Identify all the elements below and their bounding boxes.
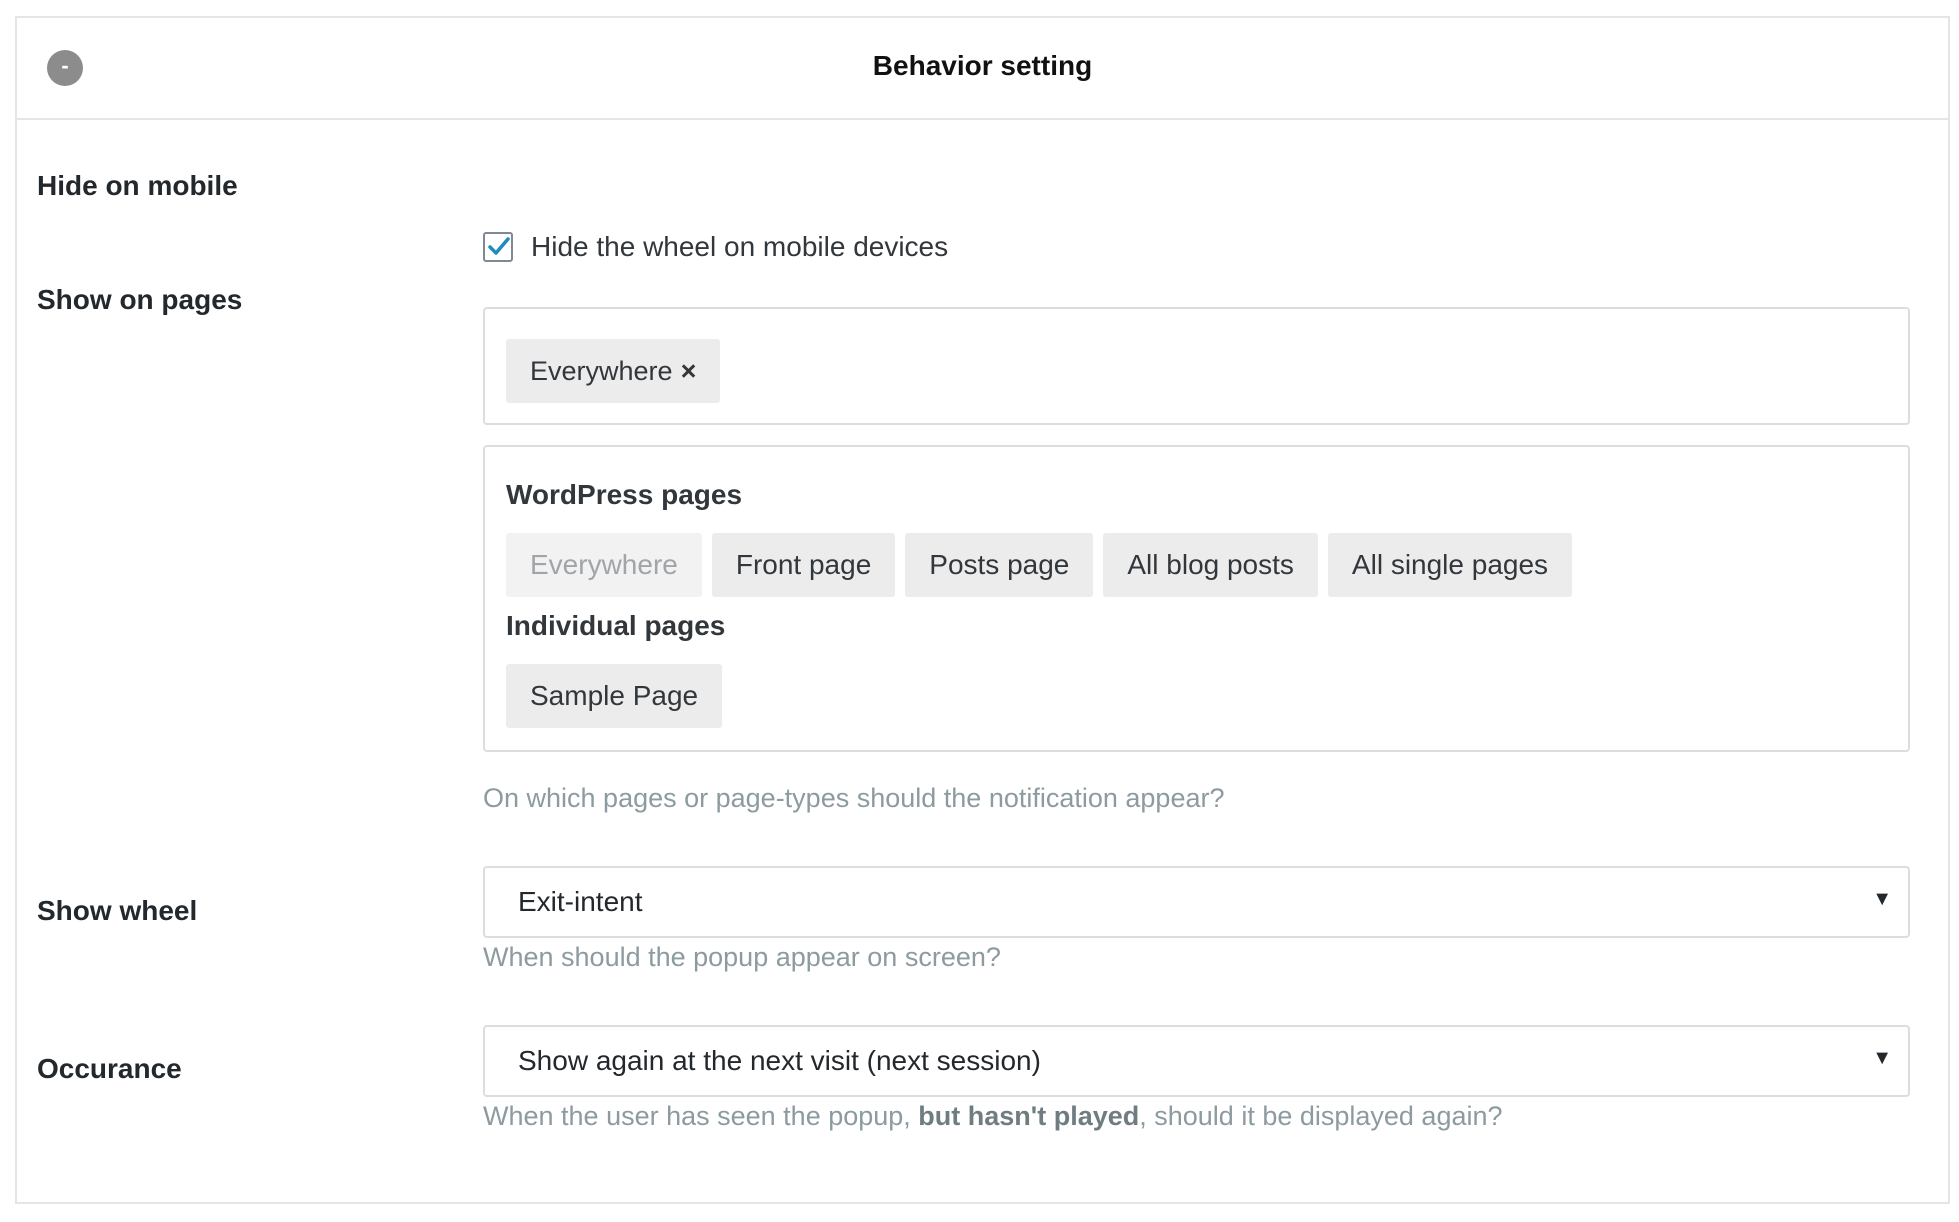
show-wheel-help: When should the popup appear on screen? <box>483 942 1001 972</box>
occurance-help-bold: but hasn't played <box>918 1101 1140 1131</box>
pages-options-box: WordPress pages Everywhere Front page Po… <box>483 445 1910 752</box>
occurance-help-suffix: , should it be displayed again? <box>1139 1101 1503 1131</box>
checkmark-icon <box>488 237 510 255</box>
show-on-pages-label: Show on pages <box>37 284 243 315</box>
group-title-wordpress-pages: WordPress pages <box>506 479 743 510</box>
occurance-help-prefix: When the user has seen the popup, <box>483 1101 919 1131</box>
remove-tag-icon[interactable]: × <box>681 356 697 386</box>
option-all-blog-posts[interactable]: All blog posts <box>1103 533 1318 597</box>
selected-tag-everywhere: Everywhere × <box>506 339 721 403</box>
pages-tag-input[interactable]: Everywhere × <box>483 307 1910 425</box>
selected-tag-label: Everywhere <box>530 356 673 386</box>
option-posts-page[interactable]: Posts page <box>905 533 1094 597</box>
occurance-label: Occurance <box>37 1053 182 1084</box>
show-on-pages-help: On which pages or page-types should the … <box>483 783 1225 813</box>
hide-on-mobile-checkbox-label[interactable]: Hide the wheel on mobile devices <box>531 231 948 263</box>
behavior-setting-panel: - Behavior setting Hide on mobile Hide t… <box>15 16 1950 1204</box>
hide-on-mobile-label: Hide on mobile <box>37 170 238 201</box>
option-front-page[interactable]: Front page <box>711 533 896 597</box>
pages-options-dropdown: WordPress pages Everywhere Front page Po… <box>483 445 1910 752</box>
group-title-individual-pages: Individual pages <box>506 610 726 641</box>
chevron-down-icon: ▼ <box>1872 1047 1892 1069</box>
panel-title: Behavior setting <box>872 50 1093 81</box>
hide-on-mobile-checkbox[interactable] <box>483 232 513 262</box>
option-everywhere: Everywhere <box>506 533 702 597</box>
option-sample-page[interactable]: Sample Page <box>506 664 723 728</box>
show-wheel-select[interactable]: Exit-intent ▼ <box>483 866 1910 938</box>
occurance-select[interactable]: Show again at the next visit (next sessi… <box>483 1025 1910 1097</box>
wordpress-pages-options: Everywhere Front page Posts page All blo… <box>506 533 1573 597</box>
hide-on-mobile-field: Hide the wheel on mobile devices <box>483 214 1910 262</box>
show-wheel-label: Show wheel <box>37 895 198 926</box>
show-wheel-value: Exit-intent <box>518 886 643 917</box>
option-all-single-pages[interactable]: All single pages <box>1327 533 1573 597</box>
chevron-down-icon: ▼ <box>1872 888 1892 910</box>
panel-header: - Behavior setting <box>17 18 1948 120</box>
occurance-value: Show again at the next visit (next sessi… <box>518 1045 1041 1076</box>
occurance-help: When the user has seen the popup, but ha… <box>483 1101 1503 1132</box>
show-on-pages-field: Everywhere × <box>483 307 1910 425</box>
individual-pages-options: Sample Page <box>506 664 723 728</box>
